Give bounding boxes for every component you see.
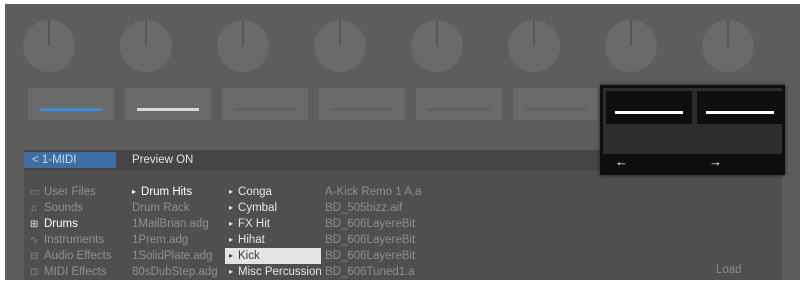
list-item[interactable]: BD_606LayereBit: [325, 232, 421, 248]
encoder-knob-3[interactable]: [217, 20, 269, 72]
upper-button-7[interactable]: [606, 91, 692, 124]
back-button[interactable]: < 1-MIDI: [24, 152, 116, 168]
midi-fx-icon: ⊡: [30, 267, 39, 278]
grid-icon: ⊞: [30, 219, 39, 230]
encoder-knob-4[interactable]: [314, 20, 366, 72]
right-arrow-icon[interactable]: →: [709, 154, 722, 169]
encoder-knob-6[interactable]: [508, 20, 560, 72]
expand-triangle-icon: ▸: [229, 187, 234, 196]
category-midi-effects[interactable]: ⊡ MIDI Effects: [30, 264, 112, 280]
list-item-folder[interactable]: ▸ Conga: [229, 184, 321, 200]
category-sounds[interactable]: ♫ Sounds: [30, 200, 112, 216]
highlight-popup: ← →: [600, 85, 785, 175]
list-item[interactable]: A-Kick Remo 1 A.a: [325, 184, 421, 200]
monitor-icon: ▭: [30, 187, 40, 198]
load-button[interactable]: Load: [716, 264, 742, 276]
list-item[interactable]: Drum Rack: [132, 200, 220, 216]
encoder-knob-2[interactable]: [120, 20, 172, 72]
category-user-files[interactable]: ▭ User Files: [30, 184, 112, 200]
category-instruments[interactable]: ∿ Instruments: [30, 232, 112, 248]
list-item[interactable]: 80sDubStep.adg: [132, 264, 220, 280]
samples-column: A-Kick Remo 1 A.a BD_505bizz.aif BD_606L…: [325, 184, 421, 280]
preview-status[interactable]: Preview ON: [132, 152, 193, 168]
encoder-knob-7[interactable]: [605, 20, 657, 72]
audio-fx-icon: ⊟: [30, 251, 39, 262]
list-item-folder[interactable]: ▸ Hihat: [229, 232, 321, 248]
list-item-folder[interactable]: ▸ Drum Hits: [132, 184, 220, 200]
list-item-folder[interactable]: ▸ Misc Percussion: [229, 264, 321, 280]
list-item-selected[interactable]: ▸ Kick: [225, 248, 321, 264]
upper-button-6[interactable]: [513, 88, 599, 120]
list-item-folder[interactable]: ▸ FX Hit: [229, 216, 321, 232]
upper-button-1[interactable]: [28, 88, 114, 120]
drum-hits-column: ▸ Conga ▸ Cymbal ▸ FX Hit ▸ Hihat ▸ Kick ▸ Mis…: [225, 184, 321, 280]
encoder-knob-5[interactable]: [411, 20, 463, 72]
list-item-folder[interactable]: ▸ Cymbal: [229, 200, 321, 216]
category-drums[interactable]: ⊞ Drums: [30, 216, 112, 232]
expand-triangle-icon: ▸: [229, 235, 234, 244]
list-item[interactable]: BD_606LayereBit: [325, 216, 421, 232]
expand-triangle-icon: ▸: [229, 267, 234, 276]
category-audio-effects[interactable]: ⊟ Audio Effects: [30, 248, 112, 264]
expand-triangle-icon: ▸: [229, 251, 234, 260]
encoder-knob-8[interactable]: [702, 20, 754, 72]
wave-icon: ∿: [30, 235, 39, 246]
upper-button-3[interactable]: [222, 88, 308, 120]
push-device-panel: < 1-MIDI Preview ON ▭ User Files ♫ Sounds …: [5, 4, 800, 280]
list-item[interactable]: BD_606LayereBit: [325, 248, 421, 264]
list-item[interactable]: 1SolidPlate.adg: [132, 248, 220, 264]
list-item[interactable]: BD_505bizz.aif: [325, 200, 421, 216]
upper-button-4[interactable]: [319, 88, 405, 120]
upper-button-5[interactable]: [416, 88, 502, 120]
list-item[interactable]: 1MailBrian.adg: [132, 216, 220, 232]
encoder-knob-1[interactable]: [23, 20, 75, 72]
upper-button-8[interactable]: [697, 91, 783, 124]
category-column: ▭ User Files ♫ Sounds ⊞ Drums ∿ Instruments …: [30, 184, 112, 280]
expand-triangle-icon: ▸: [229, 219, 234, 228]
expand-triangle-icon: ▸: [229, 203, 234, 212]
upper-button-2[interactable]: [125, 88, 211, 120]
music-note-icon: ♫: [30, 203, 38, 214]
left-arrow-icon[interactable]: ←: [615, 154, 628, 169]
list-item[interactable]: BD_606Tuned1.a: [325, 264, 421, 280]
expand-triangle-icon: ▸: [132, 187, 137, 196]
drums-column: ▸ Drum Hits Drum Rack 1MailBrian.adg 1Pre…: [132, 184, 220, 280]
list-item[interactable]: 1Prem.adg: [132, 232, 220, 248]
